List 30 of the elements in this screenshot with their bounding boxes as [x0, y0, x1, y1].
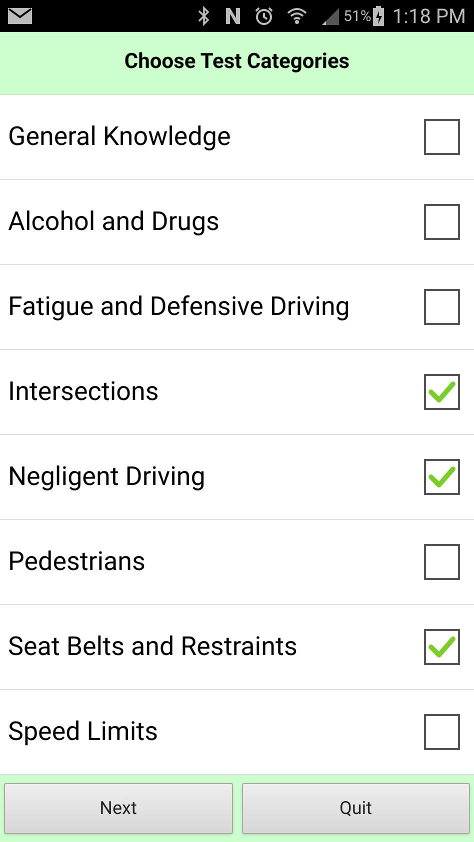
action-button[interactable]: Quit [242, 783, 470, 834]
category-label: Pedestrians [8, 546, 146, 578]
category-checkbox[interactable] [424, 119, 460, 155]
category-label: General Knowledge [8, 120, 231, 154]
signal-icon [320, 6, 340, 26]
action-button[interactable]: Next [4, 783, 232, 834]
category-checkbox[interactable] [424, 374, 460, 410]
wifi-icon [286, 6, 308, 26]
category-label: Intersections [8, 376, 159, 408]
category-checkbox[interactable] [424, 204, 460, 240]
bluetooth-icon [198, 6, 210, 26]
mail-icon [8, 8, 32, 24]
battery-percent: 51% [344, 6, 372, 27]
category-checkbox[interactable] [424, 459, 460, 495]
alarm-icon [254, 6, 274, 26]
category-checkbox[interactable] [424, 714, 460, 750]
category-checkbox[interactable] [424, 289, 460, 325]
checkmark-icon [428, 380, 456, 404]
clock-time: 1:18 PM [392, 3, 466, 30]
category-label: Fatigue and Defensive Driving [8, 290, 350, 324]
category-label: Alcohol and Drugs [8, 206, 220, 238]
category-label: Negligent Driving [8, 460, 206, 494]
category-label: Seat Belts and Restraints [8, 630, 298, 664]
checkmark-icon [428, 465, 456, 489]
battery-icon [373, 6, 384, 26]
category-label: Speed Limits [8, 716, 158, 748]
screen-title: Choose Test Categories [124, 49, 350, 76]
category-checkbox[interactable] [424, 629, 460, 665]
category-checkbox[interactable] [424, 544, 460, 580]
checkmark-icon [428, 635, 456, 659]
